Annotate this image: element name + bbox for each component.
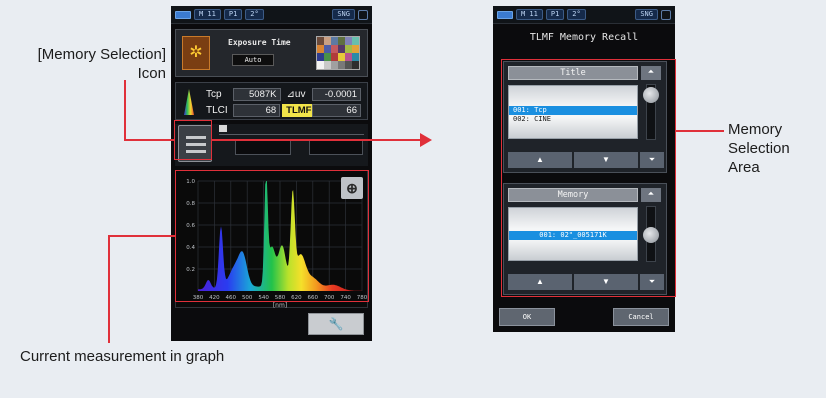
measurement-row-2: TLCI 68 TLMF 66 [206, 103, 361, 118]
memory-icon-annotation: [Memory Selection] Icon [37, 46, 166, 82]
tcp-value: 5087K [233, 88, 281, 101]
memory-slot-1 [235, 140, 291, 155]
status-chip-memory: M 11 [194, 9, 221, 20]
duv-label: ⊿uv [286, 89, 306, 100]
status-bar: M 11 P1 2° SNG [493, 6, 675, 24]
annotation-line [108, 235, 110, 343]
annotation-line [124, 80, 126, 140]
tlmf-label: TLMF [282, 104, 313, 117]
graph-annotation: Current measurement in graph [20, 348, 225, 365]
status-chip-mode: SNG [635, 9, 658, 20]
status-bar: M 11 P1 2° SNG [171, 6, 372, 24]
annotation-line [124, 139, 174, 141]
status-chip-angle: 2° [567, 9, 586, 20]
memory-area-highlight [501, 59, 676, 297]
color-chart-icon[interactable] [316, 36, 360, 70]
memory-icon-highlight [174, 120, 212, 160]
annotation-line [676, 130, 724, 132]
tlmf-value: 66 [312, 104, 361, 117]
status-chip-page: P1 [223, 9, 243, 20]
tcp-label: Tcp [206, 89, 222, 100]
x-axis-label: [nm] [273, 302, 287, 309]
exposure-panel[interactable]: ✲ Exposure Time Auto [175, 29, 368, 77]
page-title: TLMF Memory Recall [529, 32, 639, 43]
measurement-panel: Tcp 5087K ⊿uv -0.0001 TLCI 68 TLMF 66 [175, 82, 368, 120]
spectrum-icon [184, 89, 194, 115]
status-chip-mode: SNG [332, 9, 355, 20]
tlci-value: 68 [233, 104, 281, 117]
lock-icon [661, 9, 671, 20]
memory-divider [219, 126, 364, 135]
measurement-row-1: Tcp 5087K ⊿uv -0.0001 [206, 87, 361, 102]
memory-slot-2 [309, 140, 363, 155]
arrow-line [212, 139, 422, 141]
graph-highlight [175, 170, 369, 302]
duv-value: -0.0001 [311, 88, 361, 101]
tlci-label: TLCI [206, 105, 228, 116]
memory-area-annotation: Memory Selection Area [728, 121, 790, 176]
exposure-label: Exposure Time [228, 38, 291, 47]
cancel-button[interactable]: Cancel [613, 308, 669, 326]
status-chip-page: P1 [545, 9, 565, 20]
status-chip-angle: 2° [245, 9, 264, 20]
lock-icon [358, 9, 368, 20]
battery-icon [497, 10, 513, 19]
sun-icon[interactable]: ✲ [182, 36, 210, 70]
status-chip-memory: M 11 [516, 9, 543, 20]
battery-icon [175, 10, 191, 19]
arrow-head-icon [420, 133, 432, 147]
annotation-line [108, 235, 175, 237]
wrench-icon[interactable]: 🔧 [308, 313, 364, 335]
ok-button[interactable]: OK [499, 308, 555, 326]
exposure-value[interactable]: Auto [232, 54, 274, 66]
